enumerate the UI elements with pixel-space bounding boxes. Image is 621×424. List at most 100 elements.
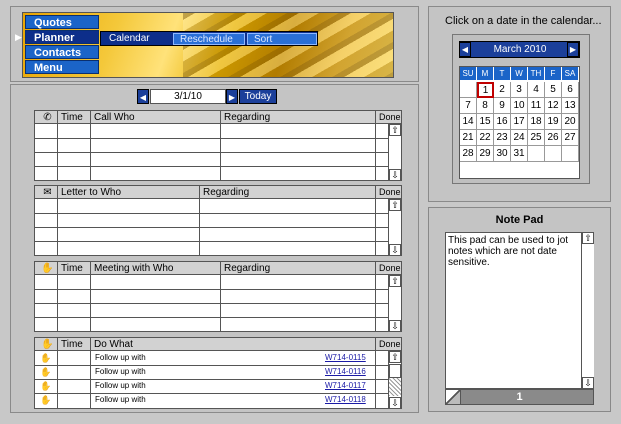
calendar-day[interactable]: 20 (562, 114, 579, 130)
todo-header-time: Time (58, 338, 91, 351)
calendar-day[interactable]: 2 (494, 82, 511, 98)
scroll-up-icon[interactable]: ⇧ (389, 275, 401, 287)
calendar-grid: SU M T W TH F SA 1 2 3 4 5 6 7 8 9 10 11 12 13 14 15 16 17 18 19 2… (459, 66, 580, 179)
next-month-button[interactable]: ▶ (567, 42, 579, 57)
calendar-dow: W (511, 67, 528, 80)
scroll-down-icon[interactable]: ⇩ (389, 169, 401, 181)
todo-table: ✋ Time Do What Done ✋ Follow up with W71… (34, 337, 402, 409)
calendar-day[interactable]: 6 (562, 82, 579, 98)
calendar-dow: F (545, 67, 562, 80)
calendar-dow: M (477, 67, 494, 80)
todo-row-link[interactable]: W714-0118 (325, 394, 366, 406)
calendar-dow: SU (460, 67, 477, 80)
todo-header-what: Do What (91, 338, 376, 351)
calendar-day[interactable]: 25 (528, 130, 545, 146)
notepad-scrollbar[interactable]: ⇧ ⇩ (581, 232, 594, 389)
calendar-day[interactable]: 9 (494, 98, 511, 114)
nav-menu[interactable]: Menu (25, 60, 99, 74)
todo-row-text: Follow up with (95, 367, 146, 376)
calls-table: ✆ Time Call Who Regarding Done ⇧ ⇩ (34, 110, 402, 181)
todo-row-link[interactable]: W714-0117 (325, 380, 366, 392)
calls-header-regarding: Regarding (221, 111, 376, 124)
todo-row-text: Follow up with (95, 381, 146, 390)
notepad-page-number: 1 (445, 389, 594, 405)
scroll-up-icon[interactable]: ⇧ (389, 124, 401, 136)
calendar-day[interactable]: 16 (494, 114, 511, 130)
date-field[interactable]: 3/1/10 (150, 89, 226, 104)
notepad-textarea[interactable]: This pad can be used to jot notes which … (445, 232, 594, 389)
todo-row-text: Follow up with (95, 395, 146, 404)
today-button[interactable]: Today (239, 89, 277, 104)
calendar-day[interactable]: 30 (494, 146, 511, 162)
phone-icon: ✆ (35, 111, 58, 124)
calendar-day[interactable]: 23 (494, 130, 511, 146)
todo-row-link[interactable]: W714-0115 (325, 352, 366, 364)
scroll-down-icon[interactable]: ⇩ (389, 320, 401, 332)
scroll-up-icon[interactable]: ⇧ (582, 232, 594, 244)
calendar-day[interactable]: 31 (511, 146, 528, 162)
todo-header-done: Done (379, 339, 401, 349)
calendar-day[interactable]: 1 (477, 82, 494, 98)
todo-row-icon: ✋ (40, 367, 52, 377)
calendar-day[interactable]: 13 (562, 98, 579, 114)
meetings-header-done: Done (379, 263, 401, 273)
calendar-day[interactable]: 5 (545, 82, 562, 98)
subnav-calendar[interactable]: Calendar (103, 33, 169, 45)
letters-header: ✉ Letter to Who Regarding Done (35, 186, 401, 199)
calendar-day[interactable]: 26 (545, 130, 562, 146)
letters-scrollbar[interactable]: ⇧ ⇩ (388, 199, 401, 256)
calendar-day[interactable]: 18 (528, 114, 545, 130)
scroll-thumb[interactable] (389, 364, 401, 378)
calendar-day[interactable]: 4 (528, 82, 545, 98)
prev-day-button[interactable]: ◀ (137, 89, 149, 104)
calendar-dow: TH (528, 67, 545, 80)
calendar-empty-cell (545, 146, 562, 162)
envelope-icon: ✉ (35, 186, 58, 199)
meetings-header-regarding: Regarding (221, 262, 376, 275)
scroll-up-icon[interactable]: ⇧ (389, 199, 401, 211)
calls-header-done: Done (379, 112, 401, 122)
calendar-day[interactable]: 28 (460, 146, 477, 162)
calendar-day[interactable]: 8 (477, 98, 494, 114)
next-day-button[interactable]: ▶ (226, 89, 238, 104)
subnav-reschedule[interactable]: Reschedule (173, 33, 245, 45)
calendar-day[interactable]: 3 (511, 82, 528, 98)
todo-row-icon: ✋ (40, 381, 52, 391)
todo-row-icon: ✋ (40, 395, 52, 405)
letters-header-done: Done (379, 187, 401, 197)
nav-quotes[interactable]: Quotes (25, 15, 99, 29)
scroll-track[interactable] (389, 378, 401, 396)
calls-scrollbar[interactable]: ⇧ ⇩ (388, 124, 401, 181)
scroll-up-icon[interactable]: ⇧ (389, 351, 401, 363)
calls-header: ✆ Time Call Who Regarding Done (35, 111, 401, 124)
calendar-day[interactable]: 7 (460, 98, 477, 114)
calendar-day[interactable]: 12 (545, 98, 562, 114)
todo-row-link[interactable]: W714-0116 (325, 366, 366, 378)
calendar-day[interactable]: 22 (477, 130, 494, 146)
calendar-instruction: Click on a date in the calendar... (445, 15, 602, 27)
calendar-day[interactable]: 29 (477, 146, 494, 162)
meetings-header: ✋ Time Meeting with Who Regarding Done (35, 262, 401, 275)
planner-subnav: Calendar Reschedule Sort (100, 31, 318, 46)
page-corner-icon[interactable] (445, 389, 461, 405)
subnav-sort[interactable]: Sort (247, 33, 317, 45)
calendar-day[interactable]: 14 (460, 114, 477, 130)
calendar-day[interactable]: 27 (562, 130, 579, 146)
scroll-down-icon[interactable]: ⇩ (389, 244, 401, 256)
meetings-scrollbar[interactable]: ⇧ ⇩ (388, 275, 401, 332)
calendar-empty-cell (562, 146, 579, 162)
scroll-down-icon[interactable]: ⇩ (582, 377, 594, 389)
scroll-down-icon[interactable]: ⇩ (389, 397, 401, 409)
calendar-day[interactable]: 19 (545, 114, 562, 130)
nav-planner[interactable]: Planner (25, 30, 99, 44)
calendar-day[interactable]: 21 (460, 130, 477, 146)
todo-scrollbar[interactable]: ⇧ ⇩ (388, 351, 401, 409)
meetings-table: ✋ Time Meeting with Who Regarding Done ⇧… (34, 261, 402, 332)
nav-contacts[interactable]: Contacts (25, 45, 99, 59)
calendar-day[interactable]: 15 (477, 114, 494, 130)
calendar-day[interactable]: 11 (528, 98, 545, 114)
letters-table: ✉ Letter to Who Regarding Done ⇧ ⇩ (34, 185, 402, 256)
calendar-day[interactable]: 24 (511, 130, 528, 146)
calendar-day[interactable]: 17 (511, 114, 528, 130)
calendar-day[interactable]: 10 (511, 98, 528, 114)
